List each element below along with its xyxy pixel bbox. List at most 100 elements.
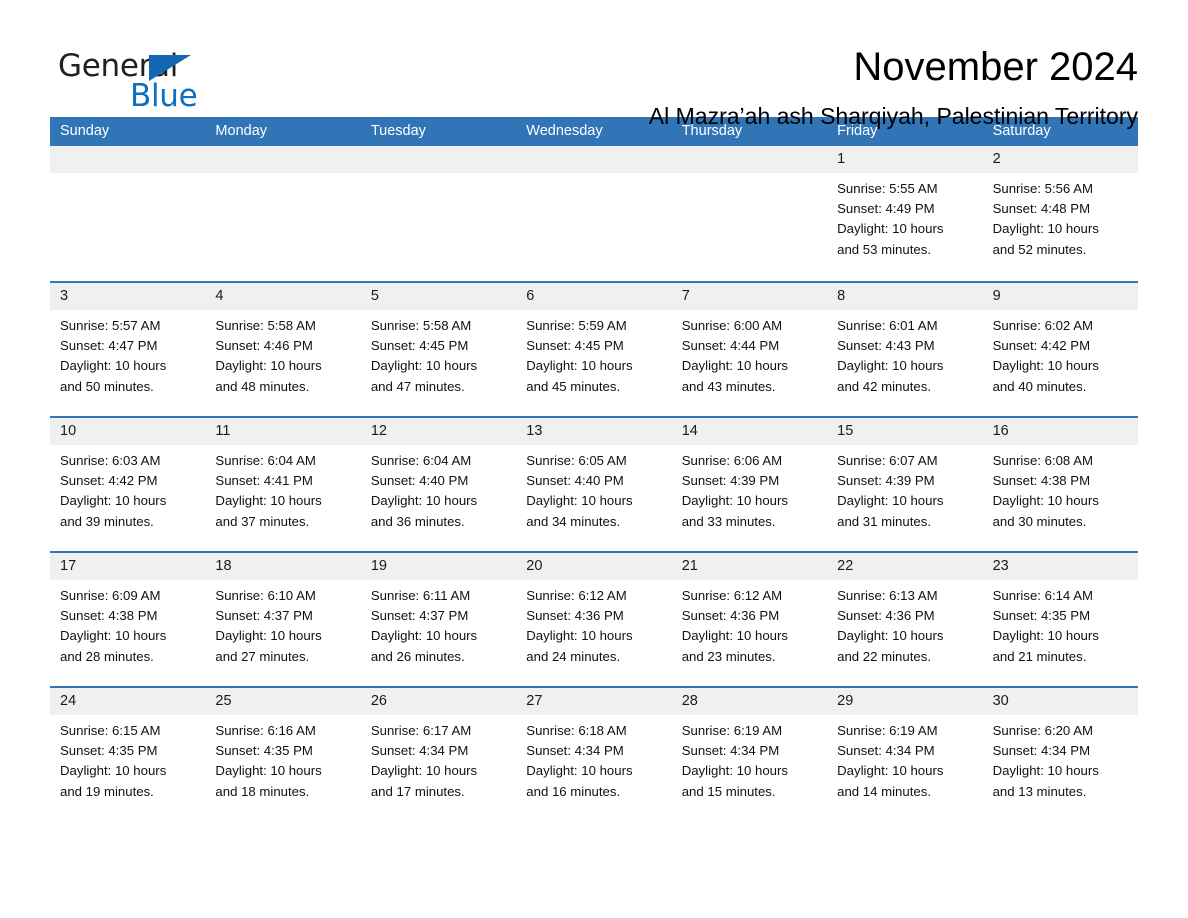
day-sun-info: Sunrise: 5:57 AM Sunset: 4:47 PM Daylight:…	[50, 310, 205, 397]
calendar-day-cell[interactable]: 9 Sunrise: 6:02 AM Sunset: 4:42 PM Daylight…	[982, 283, 1138, 416]
sunset-text: Sunset: 4:39 PM	[837, 473, 935, 489]
day-number: 28	[681, 693, 698, 709]
general-blue-logo[interactable]: General Blue	[50, 42, 250, 114]
day-number: 15	[837, 423, 854, 439]
calendar-day-cell[interactable]: 26 Sunrise: 6:17 AM Sunset: 4:34 PM Dayligh…	[360, 688, 517, 821]
sunset-text: Sunset: 4:42 PM	[60, 473, 158, 489]
calendar-day-cell[interactable]: 28 Sunrise: 6:19 AM Sunset: 4:34 PM Dayligh…	[671, 688, 828, 821]
daylight-text-line1: Daylight: 10 hours	[837, 628, 944, 644]
calendar-day-cell[interactable]: 23 Sunrise: 6:14 AM Sunset: 4:35 PM Dayligh…	[982, 553, 1138, 686]
daylight-text-line2: and 39 minutes.	[60, 513, 154, 529]
calendar-day-cell[interactable]: 27 Sunrise: 6:18 AM Sunset: 4:34 PM Dayligh…	[516, 688, 672, 821]
calendar-day-cell[interactable]: 30 Sunrise: 6:20 AM Sunset: 4:34 PM Dayligh…	[982, 688, 1138, 821]
day-number-band: 25	[205, 688, 361, 715]
day-number-band: 19	[360, 553, 517, 580]
calendar-grid: Sunday Monday Tuesday Wednesday Thursday…	[50, 117, 1138, 821]
day-number: 20	[526, 558, 543, 574]
sunrise-text: Sunrise: 6:13 AM	[837, 588, 938, 603]
sunset-text: Sunset: 4:35 PM	[215, 743, 313, 759]
daylight-text-line1: Daylight: 10 hours	[837, 763, 944, 779]
daylight-text-line1: Daylight: 10 hours	[370, 763, 478, 779]
calendar-day-cell[interactable]: 5 Sunrise: 5:58 AM Sunset: 4:45 PM Daylight…	[360, 283, 517, 416]
calendar-day-cell[interactable]: 6 Sunrise: 5:59 AM Sunset: 4:45 PM Daylight…	[516, 283, 672, 416]
daylight-text-line1: Daylight: 10 hours	[60, 358, 167, 374]
day-number-band: 3	[50, 283, 206, 310]
calendar-day-cell[interactable]: 15 Sunrise: 6:07 AM Sunset: 4:39 PM Dayligh…	[827, 418, 983, 551]
calendar-day-cell[interactable]: 21 Sunrise: 6:12 AM Sunset: 4:36 PM Dayligh…	[671, 553, 828, 686]
page-title: November 2024	[853, 45, 1138, 89]
daylight-text-line1: Daylight: 10 hours	[681, 628, 788, 644]
day-number: 6	[526, 288, 535, 304]
sunset-text: Sunset: 4:41 PM	[215, 473, 313, 489]
calendar-day-cell[interactable]: 11 Sunrise: 6:04 AM Sunset: 4:41 PM Dayligh…	[205, 418, 361, 551]
daylight-text-line2: and 24 minutes.	[526, 648, 621, 664]
calendar-day-cell[interactable]: 1 Sunrise: 5:55 AM Sunset: 4:49 PM Daylight…	[827, 146, 983, 281]
calendar-day-cell[interactable]: 8 Sunrise: 6:01 AM Sunset: 4:43 PM Daylight…	[827, 283, 983, 416]
calendar-weeks: 1 Sunrise: 5:55 AM Sunset: 4:49 PM Daylight…	[50, 146, 1138, 821]
daylight-text-line2: and 23 minutes.	[681, 648, 776, 664]
day-number: 4	[215, 288, 224, 304]
weekday-header-row: Sunday Monday Tuesday Wednesday Thursday…	[50, 117, 1138, 146]
sunset-text: Sunset: 4:34 PM	[992, 743, 1091, 759]
daylight-text-line1: Daylight: 10 hours	[370, 493, 478, 509]
calendar-day-cell[interactable]: 25 Sunrise: 6:16 AM Sunset: 4:35 PM Dayligh…	[205, 688, 361, 821]
day-number: 17	[60, 558, 77, 574]
daylight-text-line1: Daylight: 10 hours	[992, 358, 1099, 374]
daylight-text-line2: and 43 minutes.	[681, 378, 776, 394]
sunset-text: Sunset: 4:37 PM	[370, 608, 469, 624]
calendar-day-cell[interactable]: 22 Sunrise: 6:13 AM Sunset: 4:36 PM Dayligh…	[827, 553, 983, 686]
day-sun-info: Sunrise: 6:03 AM Sunset: 4:42 PM Daylight:…	[50, 445, 205, 532]
calendar-day-cell[interactable]: 12 Sunrise: 6:04 AM Sunset: 4:40 PM Dayligh…	[360, 418, 517, 551]
sunrise-text: Sunrise: 6:12 AM	[526, 588, 627, 603]
day-sun-info: Sunrise: 6:19 AM Sunset: 4:34 PM Daylight:…	[672, 715, 827, 802]
calendar-week-row: 10 Sunrise: 6:03 AM Sunset: 4:42 PM Dayligh…	[50, 416, 1138, 551]
calendar-day-cell[interactable]: 7 Sunrise: 6:00 AM Sunset: 4:44 PM Daylight…	[671, 283, 828, 416]
day-number: 23	[992, 558, 1009, 574]
sunrise-text: Sunrise: 6:12 AM	[681, 588, 783, 603]
calendar-day-cell[interactable]: 2 Sunrise: 5:56 AM Sunset: 4:48 PM Daylight…	[982, 146, 1138, 281]
daylight-text-line1: Daylight: 10 hours	[526, 763, 633, 779]
day-number-band: 21	[671, 553, 828, 580]
day-number-band	[360, 146, 517, 173]
calendar-day-cell-empty	[671, 146, 828, 281]
sunset-text: Sunset: 4:34 PM	[370, 743, 469, 759]
day-sun-info: Sunrise: 6:19 AM Sunset: 4:34 PM Daylight:…	[827, 715, 982, 802]
day-number: 18	[215, 558, 232, 574]
day-number-band: 1	[827, 146, 983, 173]
calendar-day-cell[interactable]: 3 Sunrise: 5:57 AM Sunset: 4:47 PM Daylight…	[50, 283, 206, 416]
day-sun-info: Sunrise: 6:05 AM Sunset: 4:40 PM Daylight:…	[516, 445, 671, 532]
sunrise-text: Sunrise: 6:02 AM	[992, 318, 1093, 333]
sunset-text: Sunset: 4:36 PM	[526, 608, 624, 624]
calendar-day-cell[interactable]: 18 Sunrise: 6:10 AM Sunset: 4:37 PM Dayligh…	[205, 553, 361, 686]
calendar-day-cell[interactable]: 20 Sunrise: 6:12 AM Sunset: 4:36 PM Dayligh…	[516, 553, 672, 686]
sunrise-text: Sunrise: 5:59 AM	[526, 318, 627, 333]
calendar-day-cell-empty	[360, 146, 517, 281]
sunrise-text: Sunrise: 6:16 AM	[215, 723, 316, 738]
day-number: 10	[60, 423, 77, 439]
day-sun-info: Sunrise: 6:10 AM Sunset: 4:37 PM Daylight:…	[205, 580, 360, 667]
day-number-band: 6	[516, 283, 672, 310]
calendar-day-cell[interactable]: 16 Sunrise: 6:08 AM Sunset: 4:38 PM Dayligh…	[982, 418, 1138, 551]
sunrise-text: Sunrise: 6:08 AM	[992, 453, 1093, 468]
calendar-day-cell[interactable]: 14 Sunrise: 6:06 AM Sunset: 4:39 PM Dayligh…	[671, 418, 828, 551]
daylight-text-line1: Daylight: 10 hours	[681, 763, 788, 779]
daylight-text-line2: and 52 minutes.	[992, 241, 1087, 257]
sunrise-text: Sunrise: 6:07 AM	[837, 453, 938, 468]
sunset-text: Sunset: 4:42 PM	[992, 338, 1091, 354]
calendar-day-cell[interactable]: 29 Sunrise: 6:19 AM Sunset: 4:34 PM Dayligh…	[827, 688, 983, 821]
sunset-text: Sunset: 4:40 PM	[526, 473, 624, 489]
sunrise-text: Sunrise: 6:18 AM	[526, 723, 627, 738]
day-number: 22	[837, 558, 854, 574]
day-number: 26	[370, 693, 387, 709]
calendar-day-cell[interactable]: 19 Sunrise: 6:11 AM Sunset: 4:37 PM Dayligh…	[360, 553, 517, 686]
calendar-day-cell[interactable]: 17 Sunrise: 6:09 AM Sunset: 4:38 PM Dayligh…	[50, 553, 206, 686]
weekday-header-saturday: Saturday	[992, 123, 1051, 139]
calendar-day-cell[interactable]: 4 Sunrise: 5:58 AM Sunset: 4:46 PM Daylight…	[205, 283, 361, 416]
sunset-text: Sunset: 4:36 PM	[681, 608, 780, 624]
day-sun-info: Sunrise: 6:17 AM Sunset: 4:34 PM Daylight:…	[361, 715, 516, 802]
calendar-day-cell[interactable]: 24 Sunrise: 6:15 AM Sunset: 4:35 PM Dayligh…	[50, 688, 206, 821]
calendar-day-cell[interactable]: 10 Sunrise: 6:03 AM Sunset: 4:42 PM Dayligh…	[50, 418, 206, 551]
day-number: 30	[992, 693, 1009, 709]
calendar-day-cell[interactable]: 13 Sunrise: 6:05 AM Sunset: 4:40 PM Dayligh…	[516, 418, 672, 551]
sunrise-text: Sunrise: 6:14 AM	[992, 588, 1093, 603]
